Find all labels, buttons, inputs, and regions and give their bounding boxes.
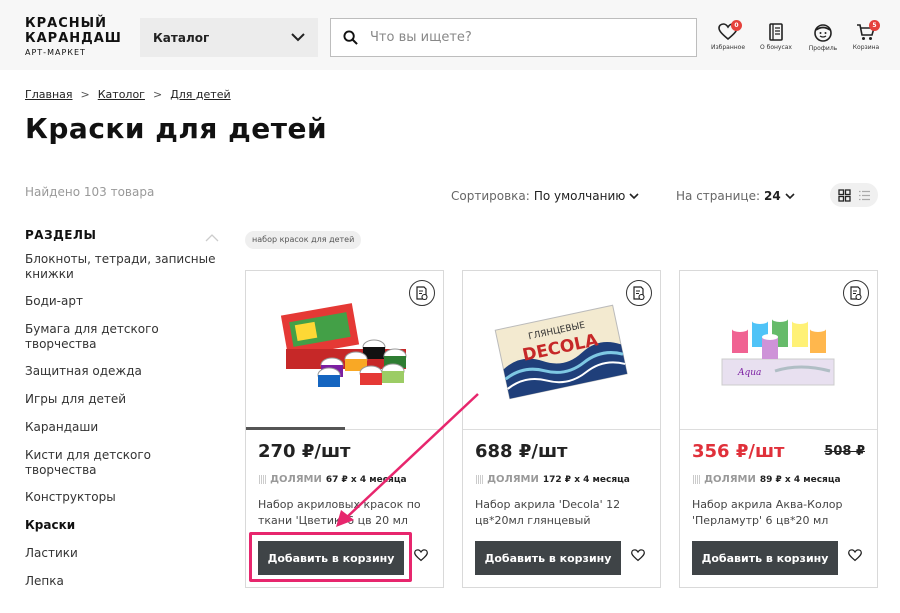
installment-info: |||| ДОЛЯМИ 89 ₽ х 4 месяца <box>692 474 841 485</box>
logo-line-3: АРТ-МАРКЕТ <box>25 48 86 57</box>
view-toggle <box>830 183 878 207</box>
installment-info: |||| ДОЛЯМИ 172 ₽ х 4 месяца <box>475 474 630 485</box>
sidebar-item[interactable]: Игры для детей <box>25 386 225 414</box>
sort-value: По умолчанию <box>533 189 626 203</box>
aqua-brand-text: Aqua <box>737 368 761 378</box>
installment-info: |||| ДОЛЯМИ 67 ₽ х 4 месяца <box>258 474 407 485</box>
profile-icon <box>814 24 832 42</box>
dolyami-label: ДОЛЯМИ <box>704 474 756 485</box>
product-card[interactable]: 270 ₽/шт |||| ДОЛЯМИ 67 ₽ х 4 месяца Наб… <box>245 270 444 588</box>
add-to-cart-button[interactable]: Добавить в корзину <box>258 541 404 575</box>
old-price: 508 ₽ <box>824 444 865 459</box>
sidebar-item[interactable]: Кисти для детского творчества <box>25 442 225 484</box>
chevron-down-icon <box>291 33 305 42</box>
search-bar <box>330 18 697 57</box>
profile-link[interactable]: Профиль <box>800 23 846 52</box>
breadcrumb-separator: > <box>80 88 90 101</box>
grid-view-icon[interactable] <box>837 188 851 202</box>
product-price: 356 ₽/шт <box>692 441 785 462</box>
sidebar-item[interactable]: Бумага для детского творчества <box>25 316 225 358</box>
breadcrumb-separator: > <box>152 88 163 101</box>
sidebar-item[interactable]: Блокноты, тетради, записные книжки <box>25 252 225 288</box>
breadcrumb-kids[interactable]: Для детей <box>170 88 230 101</box>
sidebar-item[interactable]: Ластики <box>25 540 225 568</box>
logo-line-1: КРАСНЫЙ <box>25 16 107 31</box>
card-divider <box>680 429 877 430</box>
sidebar-item[interactable]: Карандаши <box>25 414 225 442</box>
sidebar-list: Блокноты, тетради, записные книжки Боди-… <box>25 252 225 596</box>
dolyami-label: ДОЛЯМИ <box>270 474 322 485</box>
chevron-up-icon[interactable] <box>205 234 219 242</box>
per-page-label: На странице: <box>676 189 760 203</box>
cart-link[interactable]: 5 Корзина <box>843 20 889 51</box>
profile-label: Профиль <box>808 45 838 52</box>
favorite-icon[interactable] <box>848 549 862 562</box>
sidebar-title: РАЗДЕЛЫ <box>25 228 97 242</box>
product-name[interactable]: Набор акрила Аква-Колор 'Перламутр' 6 цв… <box>692 497 872 529</box>
logo[interactable]: КРАСНЫЙ КАРАНДАШ АРТ-МАРКЕТ <box>25 16 125 57</box>
favorite-icon[interactable] <box>414 549 428 562</box>
sort-label: Сортировка: <box>451 189 530 203</box>
catalog-button[interactable]: Каталог <box>140 18 318 57</box>
bonuses-label: О бонусах <box>759 44 792 51</box>
site-header: КРАСНЫЙ КАРАНДАШ АРТ-МАРКЕТ Каталог 0 Из… <box>0 0 900 70</box>
product-price: 688 ₽/шт <box>475 441 568 462</box>
sidebar-item[interactable]: Конструкторы <box>25 484 225 512</box>
sidebar-item[interactable]: Боди-арт <box>25 288 225 316</box>
image-slider-indicator <box>246 427 345 430</box>
dolyami-label: ДОЛЯМИ <box>487 474 539 485</box>
installment-text: 89 ₽ х 4 месяца <box>759 474 841 485</box>
product-card[interactable]: Aqua 356 ₽/шт 508 ₽ |||| ДОЛЯМИ 89 ₽ х 4… <box>679 270 878 588</box>
page-title: Краски для детей <box>25 112 328 145</box>
dolyami-icon: |||| <box>692 474 701 485</box>
logo-line-2: КАРАНДАШ <box>25 31 122 46</box>
breadcrumb: Главная > Катoлог > Для детей <box>25 88 231 101</box>
favorites-label: Избранное <box>710 44 746 51</box>
compare-button[interactable] <box>843 280 869 306</box>
add-to-cart-button[interactable]: Добавить в корзину <box>692 541 838 575</box>
installment-text: 67 ₽ х 4 месяца <box>325 474 407 485</box>
results-count: Найдено 103 товара <box>25 185 155 199</box>
per-page-dropdown[interactable]: На странице: 24 <box>676 189 795 203</box>
card-divider <box>463 429 660 430</box>
chevron-down-icon <box>629 192 639 199</box>
compare-button[interactable] <box>409 280 435 306</box>
favorites-link[interactable]: 0 Избранное <box>705 20 751 51</box>
catalog-label: Каталог <box>153 30 210 45</box>
product-price: 270 ₽/шт <box>258 441 351 462</box>
sidebar-item[interactable]: Лепка <box>25 568 225 596</box>
favorites-badge: 0 <box>731 20 742 31</box>
compare-button[interactable] <box>626 280 652 306</box>
cart-badge: 5 <box>869 20 880 31</box>
sort-dropdown[interactable]: Сортировка: По умолчанию <box>451 189 639 203</box>
sidebar-item-active[interactable]: Краски <box>25 512 225 540</box>
product-name[interactable]: Набор акрила 'Decola' 12 цв*20мл глянцев… <box>475 497 655 529</box>
bonuses-link[interactable]: О бонусах <box>753 23 799 51</box>
list-view-icon[interactable] <box>858 190 871 201</box>
search-icon[interactable] <box>343 30 358 45</box>
compare-icon <box>416 285 428 300</box>
dolyami-icon: |||| <box>475 474 484 485</box>
compare-icon <box>633 285 645 300</box>
add-to-cart-button[interactable]: Добавить в корзину <box>475 541 621 575</box>
compare-icon <box>850 285 862 300</box>
filter-tag[interactable]: набор красок для детей <box>245 231 362 249</box>
sidebar-item[interactable]: Защитная одежда <box>25 358 225 386</box>
product-card[interactable]: ГЛЯНЦЕВЫЕ DECOLA 688 ₽/шт |||| ДОЛЯМИ 17… <box>462 270 661 588</box>
chevron-down-icon <box>785 192 795 199</box>
book-icon <box>769 23 783 41</box>
cart-label: Корзина <box>852 44 880 51</box>
breadcrumb-home[interactable]: Главная <box>25 88 73 101</box>
breadcrumb-catalog[interactable]: Катoлог <box>98 88 145 101</box>
favorite-icon[interactable] <box>631 549 645 562</box>
per-page-value: 24 <box>764 189 781 203</box>
installment-text: 172 ₽ х 4 месяца <box>542 474 630 485</box>
product-name[interactable]: Набор акриловых красок по ткани 'Цветик'… <box>258 497 438 529</box>
search-input[interactable] <box>370 30 670 45</box>
dolyami-icon: |||| <box>258 474 267 485</box>
